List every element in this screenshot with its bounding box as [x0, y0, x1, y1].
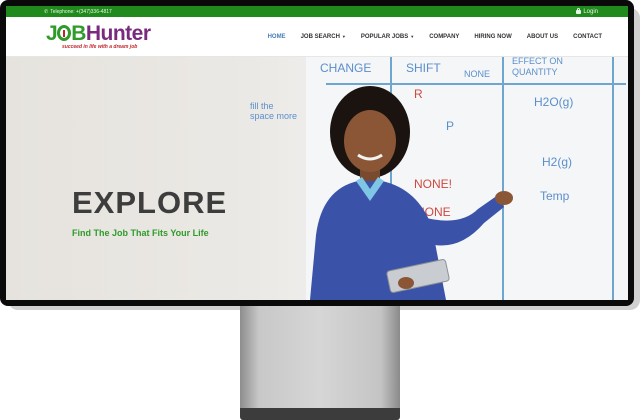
board-note-h2o: H2O(g): [534, 95, 574, 109]
nav-item-company[interactable]: COMPANY: [429, 34, 459, 40]
logo-wordmark: J BHunter: [46, 21, 151, 45]
board-note-h2: H2(g): [542, 155, 573, 169]
monitor-frame: ✆ Telephone: +(347)336-4817 Login J BHunt…: [0, 0, 634, 306]
login-link[interactable]: Login: [576, 8, 598, 15]
nav-item-label[interactable]: COMPANY: [429, 34, 459, 40]
nav-item-label[interactable]: JOB SEARCH: [301, 34, 340, 40]
site-logo[interactable]: J BHunter succeed in life with a dream jo…: [46, 21, 151, 50]
hero-banner: CHANGE SHIFT EFFECT ON QUANTITY fill the…: [6, 57, 628, 300]
nav-item-label[interactable]: POPULAR JOBS: [361, 34, 408, 40]
chevron-down-icon: ▼: [341, 34, 346, 39]
board-line: [612, 57, 614, 300]
monitor-base: [240, 408, 400, 420]
logo-tagline: succeed in life with a dream job: [62, 43, 138, 50]
board-header-change: CHANGE: [320, 61, 372, 75]
nav-item-label[interactable]: ABOUT US: [527, 34, 558, 40]
chevron-down-icon: ▼: [410, 34, 415, 39]
lock-icon: [576, 8, 582, 14]
board-header-effect: EFFECT ON QUANTITY: [512, 57, 563, 77]
login-label[interactable]: Login: [583, 9, 598, 15]
board-note-temp: Temp: [540, 189, 570, 203]
main-navbar: J BHunter succeed in life with a dream jo…: [6, 17, 628, 57]
nav-item-label[interactable]: CONTACT: [573, 34, 602, 40]
logo-letter-b: B: [71, 21, 86, 45]
nav-item-hiring-now[interactable]: HIRING NOW: [474, 34, 511, 40]
logo-letter-j: J: [46, 21, 58, 45]
monitor-screen: ✆ Telephone: +(347)336-4817 Login J BHunt…: [6, 6, 628, 300]
nav-menu: HOME JOB SEARCH ▼ POPULAR JOBS ▼ COMPANY H…: [268, 34, 602, 40]
nav-item-home[interactable]: HOME: [268, 34, 286, 40]
phone-text: Telephone: +(347)336-4817: [50, 8, 112, 15]
nav-item-job-search[interactable]: JOB SEARCH ▼: [301, 34, 346, 40]
phone-icon: ✆: [44, 8, 49, 15]
nav-item-about-us[interactable]: ABOUT US: [527, 34, 558, 40]
nav-item-contact[interactable]: CONTACT: [573, 34, 602, 40]
teacher-photo: [310, 86, 513, 300]
logo-hunter: Hunter: [85, 21, 151, 45]
nav-item-popular-jobs[interactable]: POPULAR JOBS ▼: [361, 34, 414, 40]
nav-item-label[interactable]: HIRING NOW: [474, 34, 511, 40]
nav-item-label[interactable]: HOME: [268, 34, 286, 40]
monitor-stand: [240, 306, 400, 410]
board-header-shift: SHIFT: [406, 61, 441, 75]
desktop-stage: ✆ Telephone: +(347)336-4817 Login J BHunt…: [0, 0, 640, 420]
logo-o-ring: [57, 24, 72, 41]
hero-subtitle: Find The Job That Fits Your Life: [72, 228, 209, 238]
hero-title: EXPLORE: [72, 185, 228, 220]
top-bar: ✆ Telephone: +(347)336-4817 Login: [6, 6, 628, 17]
phone-info: ✆ Telephone: +(347)336-4817: [44, 9, 112, 15]
